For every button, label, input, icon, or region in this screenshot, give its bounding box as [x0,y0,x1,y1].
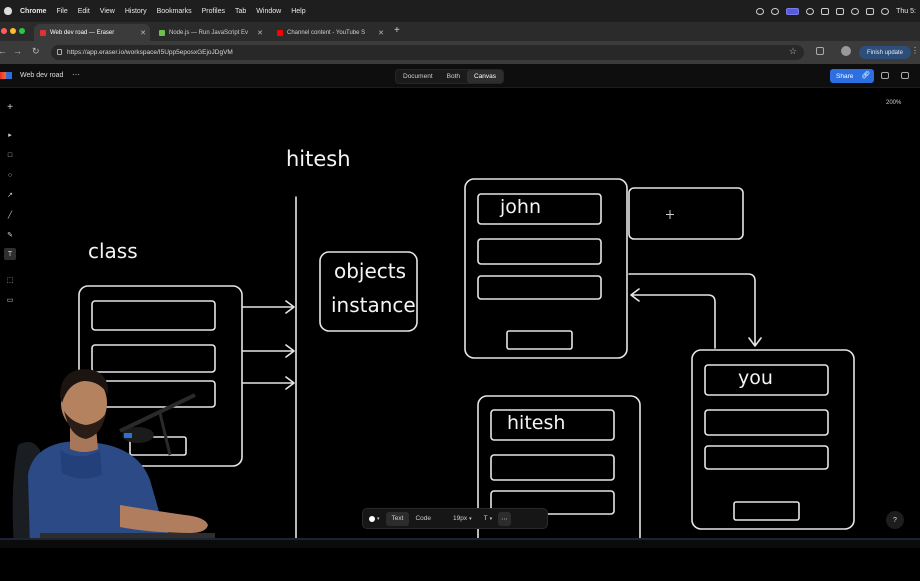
you-button [733,501,800,521]
code-mode-button[interactable]: Code [409,515,437,522]
label-hitesh-title[interactable]: hitesh [286,147,351,171]
you-field [704,445,829,470]
label-instance[interactable]: instance [331,293,416,317]
label-class[interactable]: class [88,239,138,263]
color-dot-icon [369,515,375,522]
arrow [242,344,295,358]
arrow-you-to-john [630,288,716,349]
mic-arm [158,412,172,456]
text-style-select[interactable]: T ▾ [478,515,499,522]
mic-accent [124,433,132,438]
label-hitesh-card[interactable]: hitesh [507,412,565,434]
empty-box [628,187,744,240]
help-button[interactable]: ? [886,511,904,529]
text-cursor-icon [666,210,674,219]
john-field [477,238,602,265]
arrow [242,376,295,390]
john-button [506,330,573,350]
text-style-value: T [483,515,488,522]
font-size-value: 19px [452,515,468,522]
label-john[interactable]: john [500,196,541,218]
font-size-select[interactable]: 19px ▾ [447,515,478,522]
label-objects[interactable]: objects [334,259,406,283]
torso-shape [28,441,175,548]
arm-shape [120,505,208,533]
text-mode-button[interactable]: Text [385,511,410,526]
class-field [91,300,216,331]
more-options-button[interactable]: ⋯ [498,511,511,526]
webcam-overlay [12,369,215,548]
label-you[interactable]: you [738,367,773,389]
text-format-toolbar: ▾ Text Code 19px ▾ T ▾ ⋯ [362,508,548,529]
arrow [242,300,295,314]
john-field [477,275,602,300]
you-field [704,409,829,436]
page-bottom-edge [0,538,920,548]
arrow-john-to-you [628,273,762,347]
hitesh-field [490,454,615,481]
color-picker[interactable]: ▾ [363,515,386,522]
mic-arm [119,393,196,433]
